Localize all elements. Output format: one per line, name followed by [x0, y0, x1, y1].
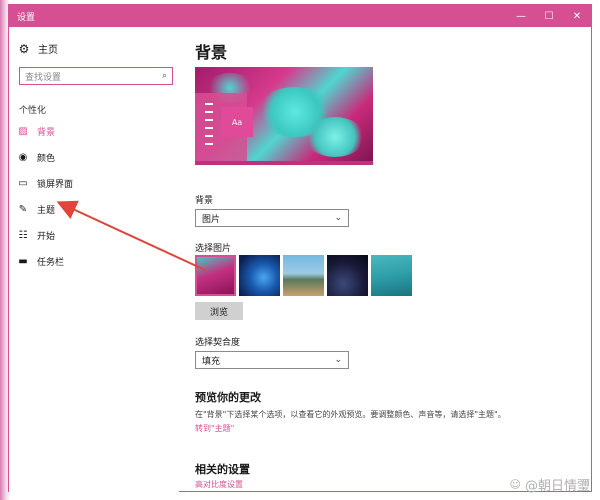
go-to-themes-link[interactable]: 转到"主题" [195, 423, 234, 434]
main-content: 背景 Aa 背景 图片 ⌄ 选择图片 浏览 选择契合度 填充 ⌄ 预览你的更改 … [195, 27, 585, 493]
background-label: 背景 [195, 196, 214, 206]
minimize-button[interactable]: — [507, 5, 535, 27]
preview-line [205, 111, 213, 113]
watermark: ☺ @朝日情瓕 [510, 475, 590, 494]
dropdown-value: 填充 [202, 356, 221, 367]
fit-label: 选择契合度 [195, 338, 241, 348]
lock-screen-icon: ▭ [18, 178, 28, 189]
search-input[interactable]: 查找设置 ⌕ [19, 67, 173, 85]
nav-home[interactable]: ⚙ 主页 [17, 41, 58, 57]
sidebar: ⚙ 主页 查找设置 ⌕ 个性化 ▨ 背景 ◉ 颜色 ▭ 锁屏界面 ✎ 主题 ☷ … [9, 27, 179, 493]
preview-changes-heading: 预览你的更改 [195, 391, 261, 404]
settings-window: 设置 — ☐ ✕ ⚙ 主页 查找设置 ⌕ 个性化 ▨ 背景 ◉ 颜色 ▭ 锁屏界… [8, 4, 592, 493]
sidebar-item-taskbar[interactable]: ▬ 任务栏 [17, 255, 64, 268]
sidebar-item-label: 颜色 [37, 154, 56, 164]
preview-taskbar [195, 161, 373, 165]
choose-picture-label: 选择图片 [195, 244, 232, 254]
preview-line [205, 135, 213, 137]
nav-home-label: 主页 [38, 45, 58, 56]
sidebar-item-label: 任务栏 [37, 258, 65, 268]
background-preview: Aa [195, 67, 373, 165]
watermark-icon: ☺ [509, 478, 521, 491]
preview-line [205, 143, 213, 145]
dropdown-value: 图片 [202, 214, 221, 225]
section-label: 个性化 [19, 106, 47, 116]
preview-line [205, 119, 213, 121]
picture-thumbnail[interactable] [371, 255, 412, 296]
window-title: 设置 [17, 12, 36, 23]
search-icon[interactable]: ⌕ [162, 71, 167, 81]
browse-button[interactable]: 浏览 [195, 302, 243, 320]
maximize-button[interactable]: ☐ [535, 5, 563, 27]
sidebar-item-label: 主题 [37, 206, 56, 216]
start-icon: ☷ [18, 230, 28, 241]
page-title: 背景 [195, 43, 228, 62]
watermark-text: @朝日情瓕 [524, 479, 590, 494]
preview-changes-description: 在"背景"下选择某个选项，以查看它的外观预览。要调整颜色、声音等，请选择"主题"… [195, 410, 506, 419]
picture-thumbnail-selected[interactable] [195, 255, 236, 296]
background-type-dropdown[interactable]: 图片 ⌄ [195, 209, 349, 227]
sidebar-item-start[interactable]: ☷ 开始 [17, 229, 56, 242]
preview-decoration [305, 117, 365, 157]
sidebar-item-themes[interactable]: ✎ 主题 [17, 203, 55, 216]
related-settings-heading: 相关的设置 [195, 463, 250, 476]
sidebar-item-lock-screen[interactable]: ▭ 锁屏界面 [17, 177, 73, 190]
high-contrast-settings-link[interactable]: 高对比度设置 [195, 479, 243, 490]
picture-thumbnail[interactable] [283, 255, 324, 296]
picture-thumbnail[interactable] [239, 255, 280, 296]
search-placeholder: 查找设置 [25, 72, 62, 83]
chevron-down-icon: ⌄ [334, 213, 342, 223]
sidebar-item-label: 背景 [37, 128, 56, 138]
palette-icon: ◉ [18, 152, 28, 163]
title-bar: 设置 — ☐ ✕ [9, 5, 591, 27]
sidebar-item-background[interactable]: ▨ 背景 [17, 125, 55, 138]
sidebar-item-colors[interactable]: ◉ 颜色 [17, 151, 55, 164]
close-button[interactable]: ✕ [563, 5, 591, 27]
sidebar-item-label: 锁屏界面 [37, 180, 74, 190]
picture-thumbnail[interactable] [327, 255, 368, 296]
picture-icon: ▨ [18, 126, 28, 137]
fit-dropdown[interactable]: 填充 ⌄ [195, 351, 349, 369]
gear-icon: ⚙ [18, 41, 30, 56]
chevron-down-icon: ⌄ [334, 355, 342, 365]
preview-line [205, 103, 213, 105]
preview-sample-window: Aa [221, 107, 253, 137]
picture-thumbnails [195, 255, 412, 296]
taskbar-icon: ▬ [18, 256, 28, 267]
theme-icon: ✎ [18, 204, 28, 215]
sidebar-item-label: 开始 [37, 232, 56, 242]
preview-line [205, 127, 213, 129]
